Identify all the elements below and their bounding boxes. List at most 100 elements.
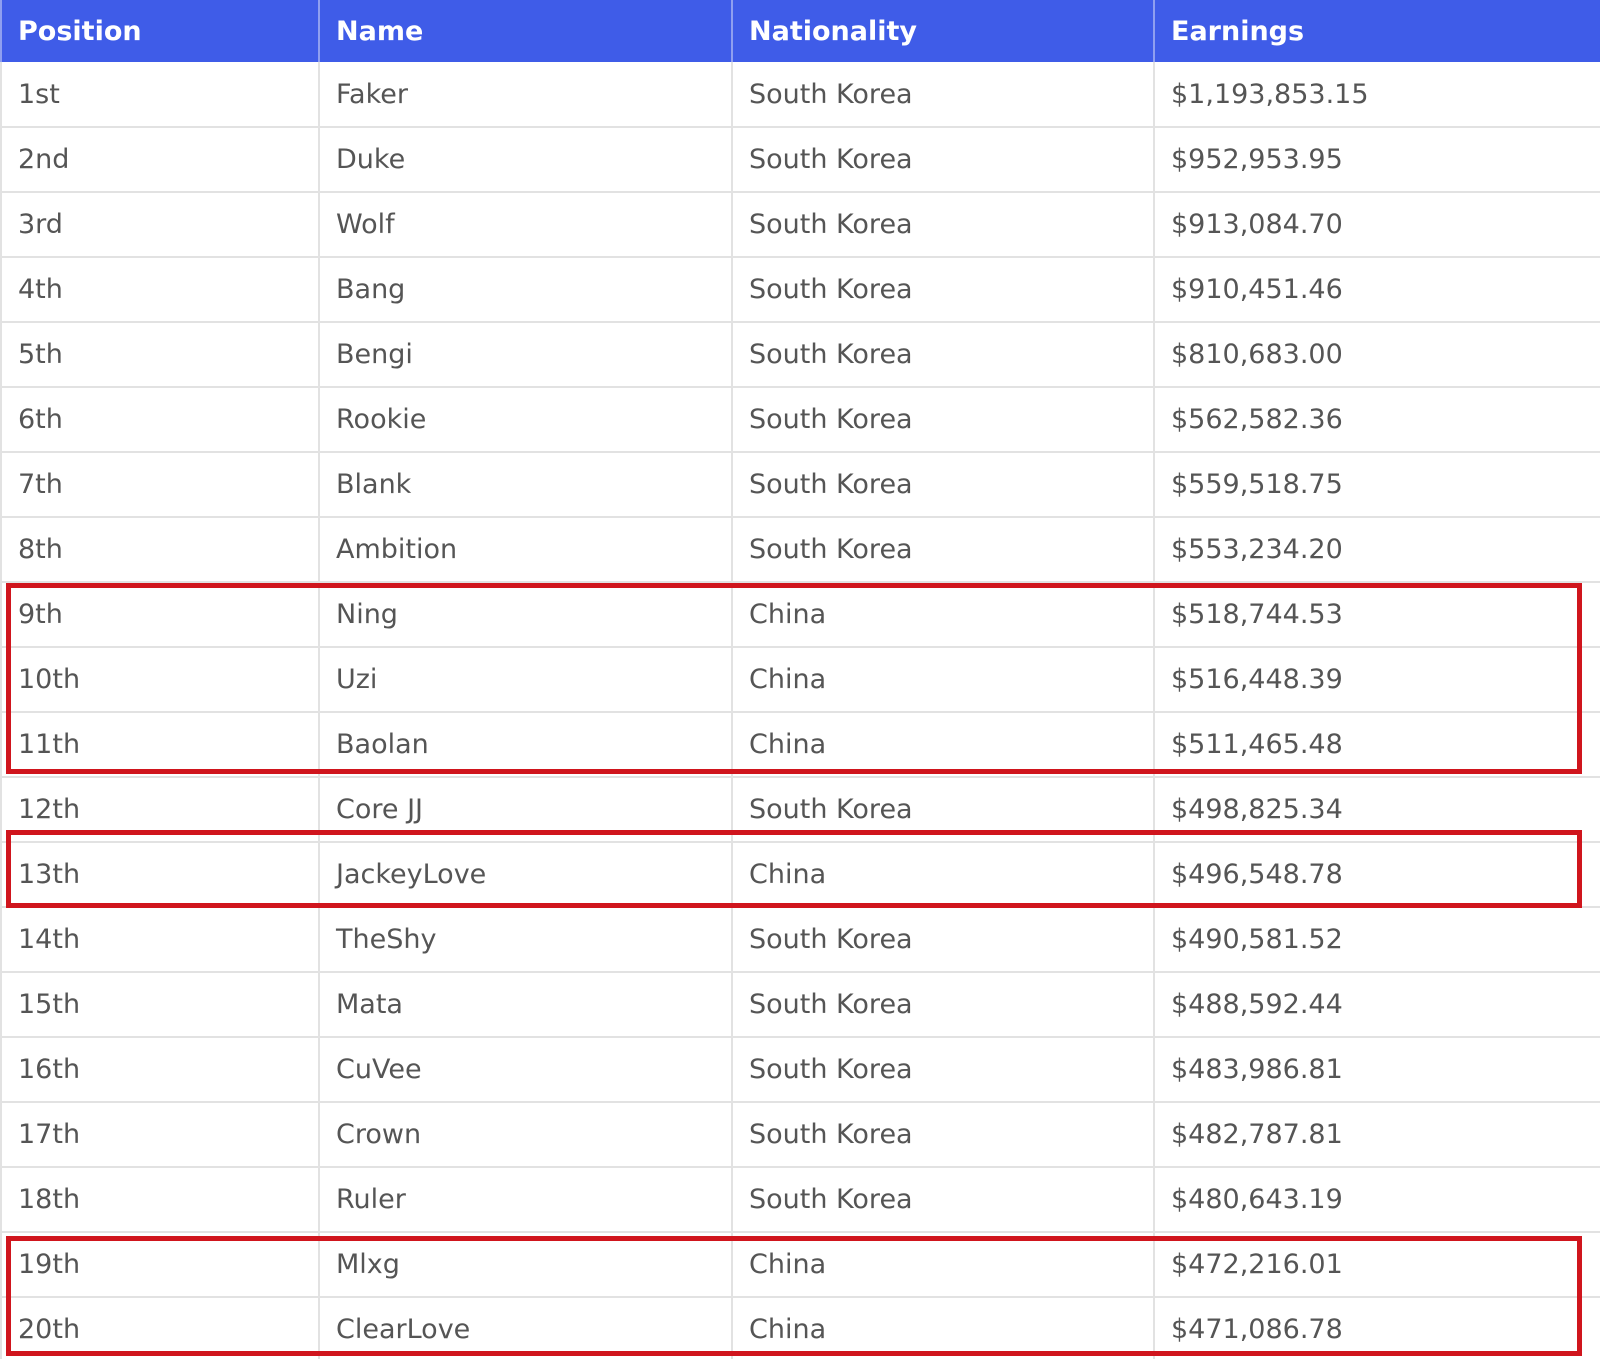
table-row: 6th Rookie South Korea $562,582.36 xyxy=(0,386,1600,453)
cell-position: 8th xyxy=(0,516,320,583)
cell-nationality: South Korea xyxy=(731,321,1155,388)
cell-earnings: $518,744.53 xyxy=(1153,581,1600,648)
cell-nationality: South Korea xyxy=(731,191,1155,258)
cell-name: Ambition xyxy=(318,516,733,583)
cell-name: JackeyLove xyxy=(318,841,733,908)
cell-position: 11th xyxy=(0,711,320,778)
cell-name: Duke xyxy=(318,126,733,193)
cell-earnings: $471,086.78 xyxy=(1153,1296,1600,1359)
table-row: 8th Ambition South Korea $553,234.20 xyxy=(0,516,1600,583)
cell-nationality: China xyxy=(731,1296,1155,1359)
earnings-table: Position Name Nationality Earnings 1st Fa… xyxy=(0,0,1600,1359)
cell-name: Mlxg xyxy=(318,1231,733,1298)
table-row: 13th JackeyLove China $496,548.78 xyxy=(0,841,1600,908)
cell-nationality: South Korea xyxy=(731,386,1155,453)
cell-earnings: $482,787.81 xyxy=(1153,1101,1600,1168)
cell-earnings: $498,825.34 xyxy=(1153,776,1600,843)
cell-nationality: China xyxy=(731,711,1155,778)
cell-earnings: $483,986.81 xyxy=(1153,1036,1600,1103)
cell-name: Core JJ xyxy=(318,776,733,843)
cell-nationality: South Korea xyxy=(731,451,1155,518)
cell-nationality: South Korea xyxy=(731,62,1155,128)
cell-name: Bengi xyxy=(318,321,733,388)
cell-earnings: $511,465.48 xyxy=(1153,711,1600,778)
cell-nationality: China xyxy=(731,646,1155,713)
earnings-table-container: Position Name Nationality Earnings 1st Fa… xyxy=(0,0,1600,1359)
cell-position: 9th xyxy=(0,581,320,648)
cell-position: 3rd xyxy=(0,191,320,258)
cell-position: 6th xyxy=(0,386,320,453)
cell-position: 17th xyxy=(0,1101,320,1168)
cell-name: Wolf xyxy=(318,191,733,258)
cell-earnings: $913,084.70 xyxy=(1153,191,1600,258)
cell-name: Blank xyxy=(318,451,733,518)
table-row: 1st Faker South Korea $1,193,853.15 xyxy=(0,62,1600,128)
cell-name: CuVee xyxy=(318,1036,733,1103)
cell-nationality: South Korea xyxy=(731,971,1155,1038)
cell-earnings: $553,234.20 xyxy=(1153,516,1600,583)
header-row: Position Name Nationality Earnings xyxy=(0,0,1600,62)
table-header: Position Name Nationality Earnings xyxy=(0,0,1600,62)
column-header-nationality: Nationality xyxy=(731,0,1155,62)
cell-position: 13th xyxy=(0,841,320,908)
cell-position: 16th xyxy=(0,1036,320,1103)
cell-name: Baolan xyxy=(318,711,733,778)
cell-name: Uzi xyxy=(318,646,733,713)
table-row: 9th Ning China $518,744.53 xyxy=(0,581,1600,648)
table-row: 10th Uzi China $516,448.39 xyxy=(0,646,1600,713)
table-row: 17th Crown South Korea $482,787.81 xyxy=(0,1101,1600,1168)
table-row: 15th Mata South Korea $488,592.44 xyxy=(0,971,1600,1038)
table-row: 7th Blank South Korea $559,518.75 xyxy=(0,451,1600,518)
column-header-earnings: Earnings xyxy=(1153,0,1600,62)
cell-nationality: South Korea xyxy=(731,256,1155,323)
table-row: 11th Baolan China $511,465.48 xyxy=(0,711,1600,778)
cell-earnings: $1,193,853.15 xyxy=(1153,62,1600,128)
table-row: 4th Bang South Korea $910,451.46 xyxy=(0,256,1600,323)
cell-name: Rookie xyxy=(318,386,733,453)
table-row: 5th Bengi South Korea $810,683.00 xyxy=(0,321,1600,388)
cell-earnings: $562,582.36 xyxy=(1153,386,1600,453)
table-body: 1st Faker South Korea $1,193,853.15 2nd Duke S… xyxy=(0,62,1600,1359)
cell-earnings: $516,448.39 xyxy=(1153,646,1600,713)
cell-position: 20th xyxy=(0,1296,320,1359)
cell-name: Mata xyxy=(318,971,733,1038)
cell-position: 7th xyxy=(0,451,320,518)
cell-earnings: $488,592.44 xyxy=(1153,971,1600,1038)
cell-nationality: South Korea xyxy=(731,776,1155,843)
cell-position: 2nd xyxy=(0,126,320,193)
cell-nationality: South Korea xyxy=(731,516,1155,583)
cell-nationality: South Korea xyxy=(731,126,1155,193)
cell-name: TheShy xyxy=(318,906,733,973)
column-header-position: Position xyxy=(0,0,320,62)
cell-nationality: South Korea xyxy=(731,1101,1155,1168)
cell-earnings: $910,451.46 xyxy=(1153,256,1600,323)
column-header-name: Name xyxy=(318,0,733,62)
cell-name: Ruler xyxy=(318,1166,733,1233)
table-row: 12th Core JJ South Korea $498,825.34 xyxy=(0,776,1600,843)
table-row: 16th CuVee South Korea $483,986.81 xyxy=(0,1036,1600,1103)
cell-earnings: $480,643.19 xyxy=(1153,1166,1600,1233)
table-row: 20th ClearLove China $471,086.78 xyxy=(0,1296,1600,1359)
cell-nationality: South Korea xyxy=(731,1036,1155,1103)
table-row: 14th TheShy South Korea $490,581.52 xyxy=(0,906,1600,973)
cell-name: Crown xyxy=(318,1101,733,1168)
table-row: 18th Ruler South Korea $480,643.19 xyxy=(0,1166,1600,1233)
cell-earnings: $490,581.52 xyxy=(1153,906,1600,973)
cell-position: 1st xyxy=(0,62,320,128)
cell-nationality: China xyxy=(731,581,1155,648)
cell-nationality: South Korea xyxy=(731,906,1155,973)
cell-name: Faker xyxy=(318,62,733,128)
cell-position: 18th xyxy=(0,1166,320,1233)
cell-position: 15th xyxy=(0,971,320,1038)
cell-position: 14th xyxy=(0,906,320,973)
table-row: 3rd Wolf South Korea $913,084.70 xyxy=(0,191,1600,258)
cell-nationality: South Korea xyxy=(731,1166,1155,1233)
cell-name: Bang xyxy=(318,256,733,323)
cell-name: ClearLove xyxy=(318,1296,733,1359)
cell-position: 10th xyxy=(0,646,320,713)
table-row: 2nd Duke South Korea $952,953.95 xyxy=(0,126,1600,193)
cell-position: 5th xyxy=(0,321,320,388)
cell-earnings: $810,683.00 xyxy=(1153,321,1600,388)
cell-position: 19th xyxy=(0,1231,320,1298)
cell-earnings: $952,953.95 xyxy=(1153,126,1600,193)
